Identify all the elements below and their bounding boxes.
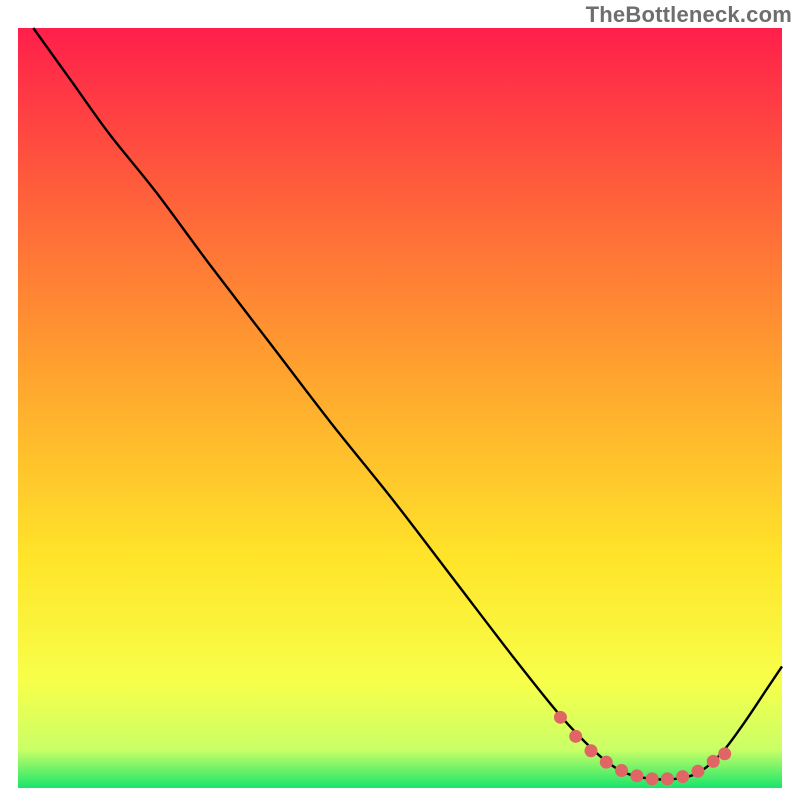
optimal-point-marker — [676, 770, 689, 783]
optimal-point-marker — [691, 765, 704, 778]
chart-container: TheBottleneck.com — [0, 0, 800, 800]
optimal-point-marker — [661, 772, 674, 785]
optimal-point-marker — [646, 772, 659, 785]
optimal-point-marker — [569, 730, 582, 743]
optimal-point-marker — [630, 769, 643, 782]
optimal-point-marker — [585, 744, 598, 757]
optimal-point-marker — [707, 755, 720, 768]
optimal-point-marker — [615, 764, 628, 777]
optimal-point-marker — [600, 756, 613, 769]
optimal-point-marker — [718, 747, 731, 760]
optimal-point-marker — [554, 711, 567, 724]
bottleneck-chart — [0, 0, 800, 800]
chart-background-gradient — [18, 28, 782, 788]
